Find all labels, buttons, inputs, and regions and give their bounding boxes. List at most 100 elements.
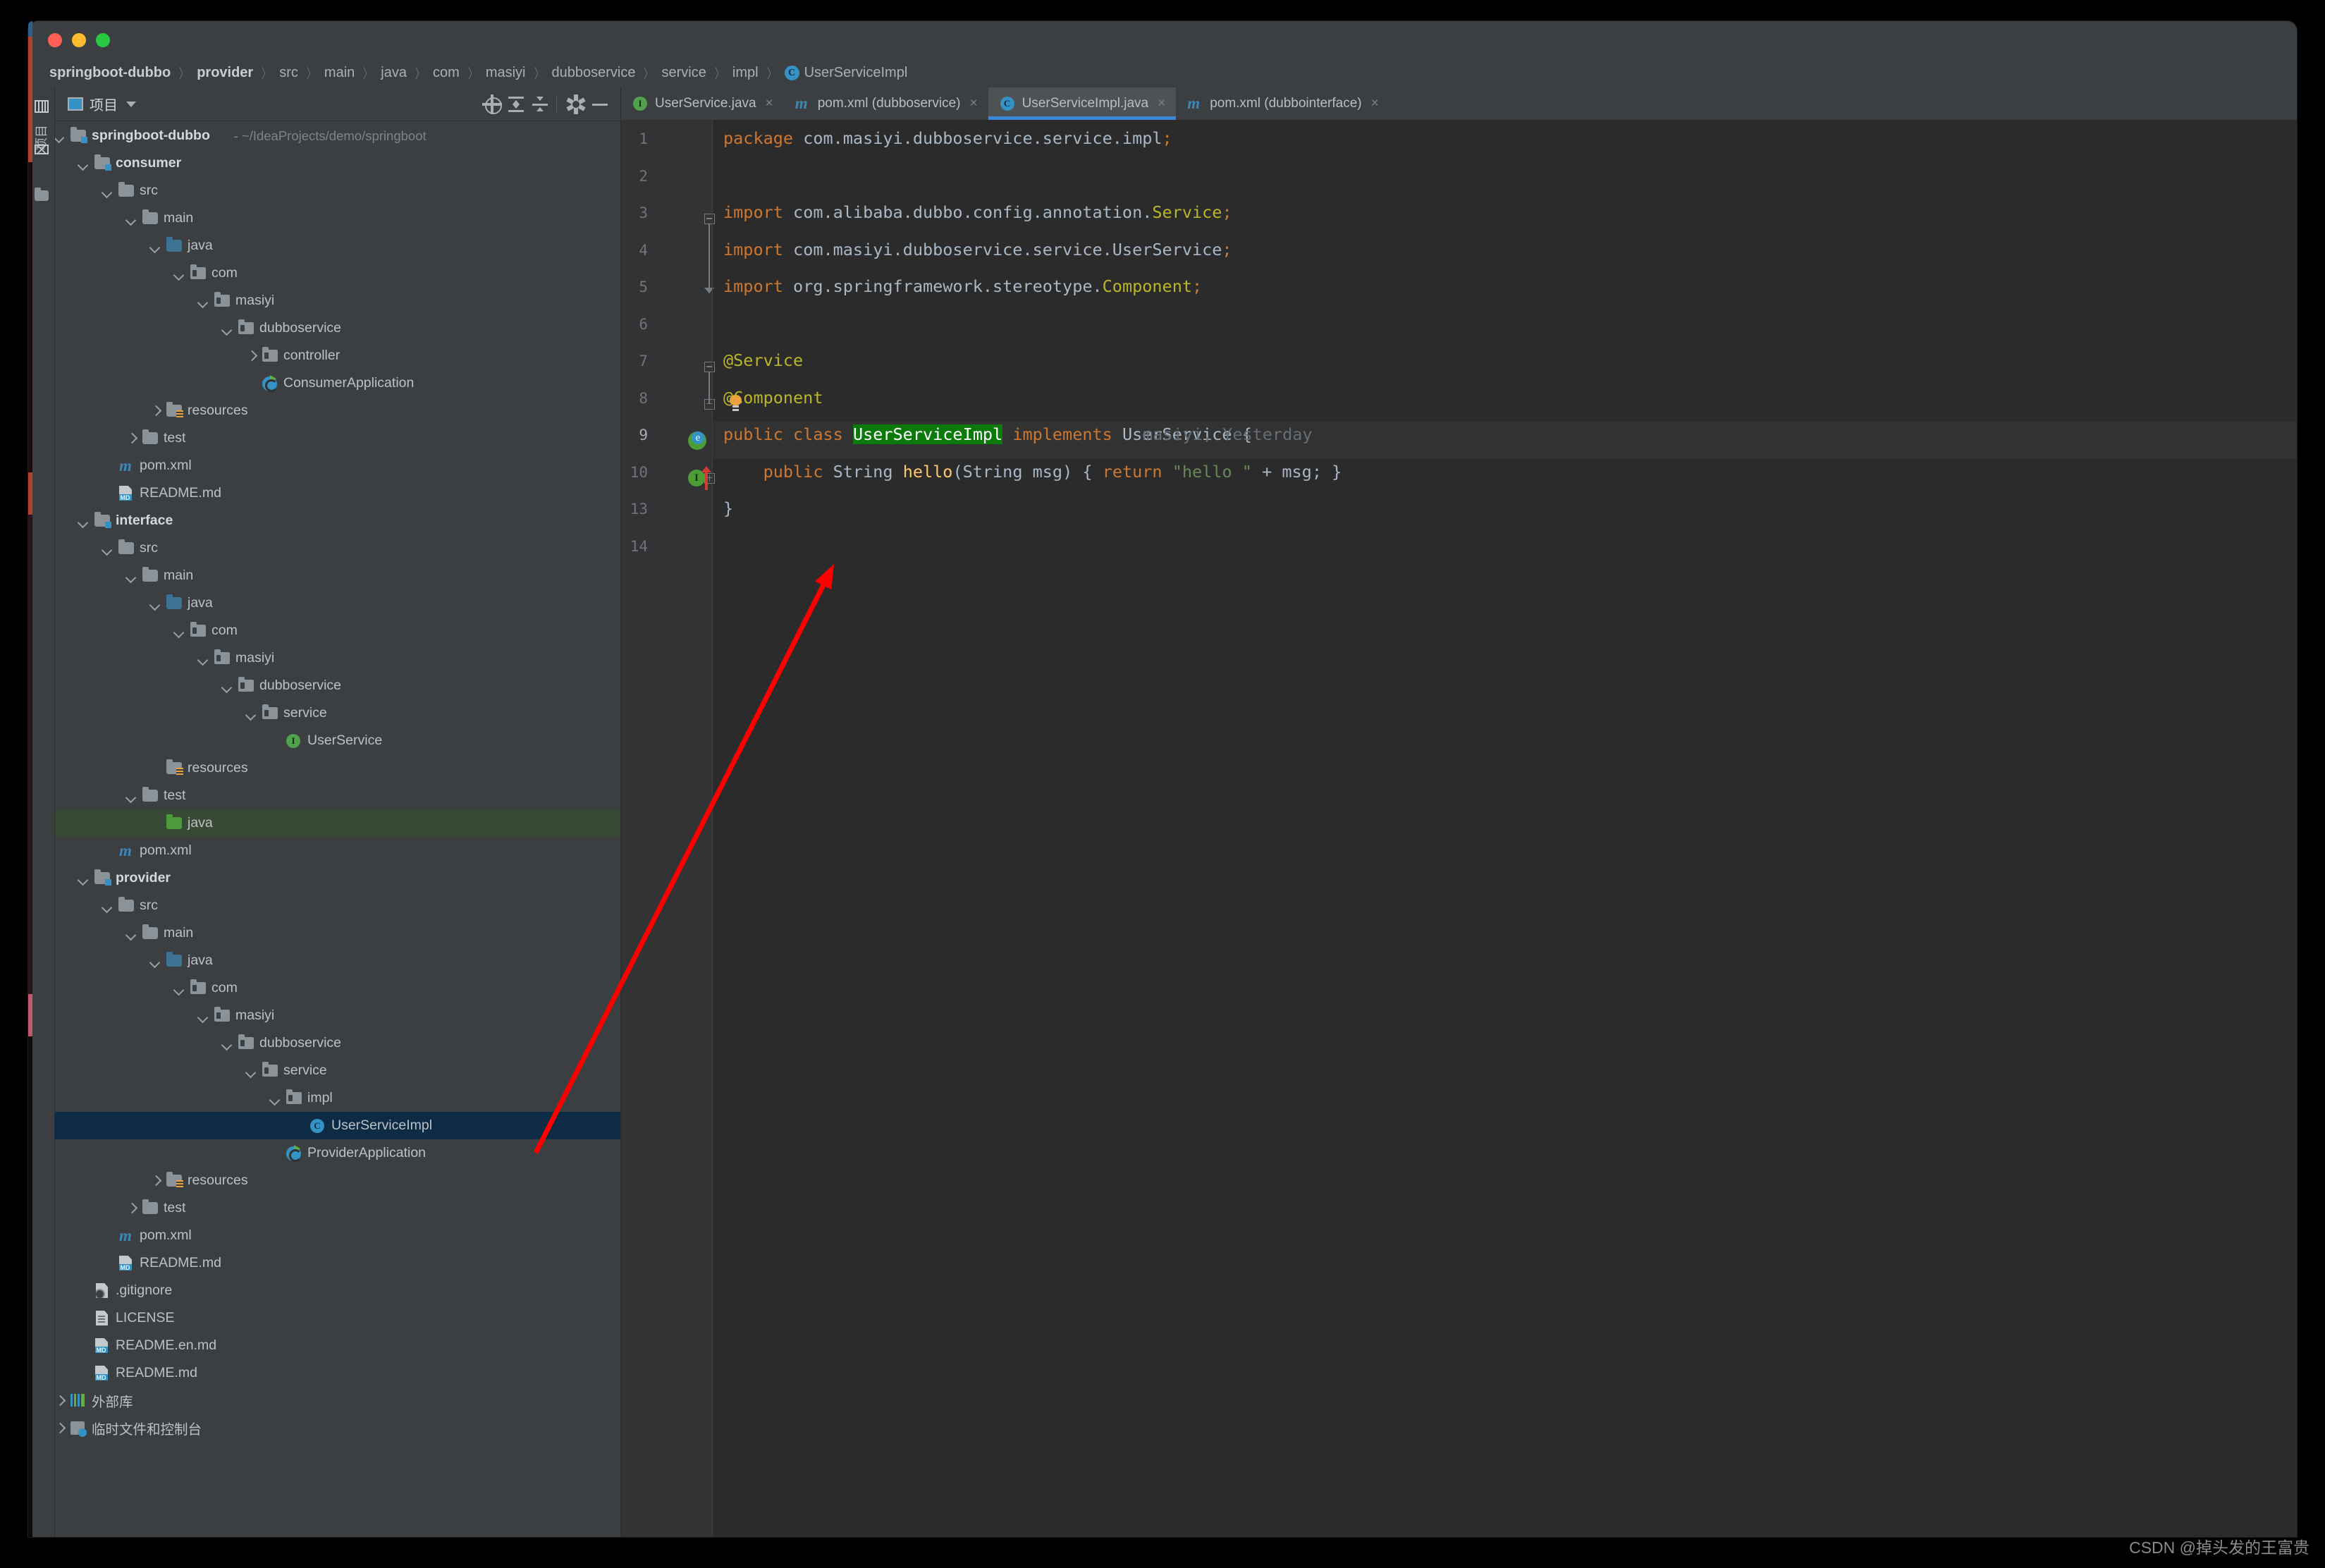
chevron-right-icon[interactable] <box>151 1175 161 1185</box>
folder-icon[interactable] <box>35 188 49 202</box>
chevron-down-icon[interactable] <box>127 791 137 801</box>
tree-node-java[interactable]: java <box>55 947 620 974</box>
chevron-right-icon[interactable] <box>151 405 161 415</box>
close-icon[interactable]: × <box>1158 96 1165 111</box>
collapse-all-icon[interactable] <box>529 94 551 115</box>
breadcrumb-item-provider[interactable]: provider <box>197 65 253 81</box>
tree-node-service[interactable]: service <box>55 699 620 727</box>
tree-node-resources[interactable]: resources <box>55 397 620 424</box>
chevron-down-icon[interactable] <box>126 101 136 107</box>
project-tree[interactable]: springboot-dubbo - ~/IdeaProjects/demo/sp… <box>55 122 620 1537</box>
code-line-13[interactable]: } <box>723 498 733 518</box>
tree-node-resources[interactable]: resources <box>55 754 620 782</box>
chevron-down-icon[interactable] <box>175 626 185 636</box>
tree-node-src[interactable]: src <box>55 892 620 919</box>
tree-node-java[interactable]: java <box>55 809 620 837</box>
tree-node-provider[interactable]: provider <box>55 864 620 892</box>
tree-node-readme-md[interactable]: README.md <box>55 479 620 507</box>
tab-pom-dubboservice[interactable]: m pom.xml (dubboservice) × <box>784 87 988 120</box>
tab-user-service-java[interactable]: I UserService.java × <box>621 87 784 120</box>
chevron-right-icon[interactable] <box>247 350 257 360</box>
chevron-down-icon[interactable] <box>151 599 161 608</box>
chevron-down-icon[interactable] <box>247 1066 257 1076</box>
navigate-to-super-icon[interactable] <box>701 465 711 490</box>
breadcrumb-item-impl[interactable]: impl <box>732 65 759 81</box>
tree-node-springboot-dubbo[interactable]: springboot-dubbo - ~/IdeaProjects/demo/sp… <box>55 122 620 149</box>
maximize-window-button[interactable] <box>96 33 110 47</box>
tree-node-masiyi[interactable]: masiyi <box>55 287 620 314</box>
chevron-down-icon[interactable] <box>103 186 113 196</box>
tree-node-impl[interactable]: impl <box>55 1084 620 1112</box>
locate-icon[interactable] <box>481 94 503 115</box>
tree-node-dubboservice[interactable]: dubboservice <box>55 314 620 342</box>
code-line-1[interactable]: package com.masiyi.dubboservice.service.… <box>723 128 1172 148</box>
tree-node-java[interactable]: java <box>55 232 620 259</box>
breadcrumb-item-masiyi[interactable]: masiyi <box>486 65 526 81</box>
tree-node-test[interactable]: test <box>55 782 620 809</box>
chevron-right-icon[interactable] <box>55 1423 65 1433</box>
breadcrumb-item-project[interactable]: springboot-dubbo <box>49 65 171 81</box>
tree-node-main[interactable]: main <box>55 204 620 232</box>
tree-node-controller[interactable]: controller <box>55 342 620 369</box>
breadcrumb-item-main[interactable]: main <box>324 65 355 81</box>
tree-node-test[interactable]: test <box>55 1194 620 1222</box>
chevron-down-icon[interactable] <box>175 984 185 993</box>
expand-all-icon[interactable] <box>505 94 527 115</box>
chevron-down-icon[interactable] <box>79 874 89 883</box>
chevron-down-icon[interactable] <box>199 296 209 306</box>
tree-node-userserviceimpl[interactable]: C UserServiceImpl <box>55 1112 620 1139</box>
tree-node-consumer[interactable]: consumer <box>55 149 620 177</box>
editor-gutter[interactable]: 123456789101314I <box>621 120 715 1537</box>
chevron-down-icon[interactable] <box>175 269 185 278</box>
tree-node-com[interactable]: com <box>55 259 620 287</box>
chevron-right-icon[interactable] <box>127 433 137 443</box>
tree-node--[interactable]: 临时文件和控制台 <box>55 1414 620 1442</box>
implemented-by-icon[interactable] <box>688 431 706 450</box>
code-line-10[interactable]: public String hello(String msg) { return… <box>723 462 1342 482</box>
chevron-down-icon[interactable] <box>151 241 161 251</box>
chevron-right-icon[interactable] <box>55 1395 65 1405</box>
breadcrumb-item-dubboservice[interactable]: dubboservice <box>552 65 636 81</box>
breadcrumb-item-src[interactable]: src <box>279 65 298 81</box>
breadcrumb-item-com[interactable]: com <box>433 65 460 81</box>
code-line-7[interactable]: @Service <box>723 350 803 370</box>
tree-node-dubboservice[interactable]: dubboservice <box>55 1029 620 1057</box>
close-icon[interactable]: × <box>1371 96 1379 111</box>
tool-strip-label[interactable]: 项目 <box>32 109 50 166</box>
chevron-down-icon[interactable] <box>55 131 65 141</box>
tree-node-readme-md[interactable]: README.md <box>55 1249 620 1277</box>
tree-node-masiyi[interactable]: masiyi <box>55 1002 620 1029</box>
chevron-down-icon[interactable] <box>247 709 257 718</box>
tree-node-test[interactable]: test <box>55 424 620 452</box>
chevron-right-icon[interactable] <box>127 1203 137 1213</box>
tree-node-com[interactable]: com <box>55 974 620 1002</box>
intention-bulb-icon[interactable] <box>730 394 742 410</box>
tree-node--[interactable]: 外部库 <box>55 1387 620 1414</box>
close-icon[interactable]: × <box>969 96 977 111</box>
tree-node-java[interactable]: java <box>55 589 620 617</box>
code-line-4[interactable]: import com.masiyi.dubboservice.service.U… <box>723 240 1232 259</box>
tree-node-providerapplication[interactable]: ProviderApplication <box>55 1139 620 1167</box>
breadcrumb-item-java[interactable]: java <box>381 65 407 81</box>
chevron-down-icon[interactable] <box>127 571 137 581</box>
tree-node-masiyi[interactable]: masiyi <box>55 644 620 672</box>
chevron-down-icon[interactable] <box>127 929 137 938</box>
chevron-down-icon[interactable] <box>223 1039 233 1048</box>
chevron-down-icon[interactable] <box>79 159 89 169</box>
tab-user-service-impl-java[interactable]: C UserServiceImpl.java × <box>988 87 1177 120</box>
tree-node-dubboservice[interactable]: dubboservice <box>55 672 620 699</box>
chevron-down-icon[interactable] <box>223 681 233 691</box>
close-window-button[interactable] <box>48 33 62 47</box>
chevron-down-icon[interactable] <box>127 214 137 223</box>
tree-node-src[interactable]: src <box>55 534 620 562</box>
minimize-icon[interactable] <box>589 94 611 115</box>
chevron-down-icon[interactable] <box>199 654 209 663</box>
breadcrumb-item-service[interactable]: service <box>662 65 706 81</box>
chevron-down-icon[interactable] <box>79 516 89 526</box>
tab-pom-dubbointerface[interactable]: m pom.xml (dubbointerface) × <box>1176 87 1390 120</box>
tree-node-consumerapplication[interactable]: ConsumerApplication <box>55 369 620 397</box>
chevron-down-icon[interactable] <box>103 544 113 553</box>
chevron-down-icon[interactable] <box>151 956 161 966</box>
tree-node-com[interactable]: com <box>55 617 620 644</box>
chevron-down-icon[interactable] <box>199 1011 209 1021</box>
